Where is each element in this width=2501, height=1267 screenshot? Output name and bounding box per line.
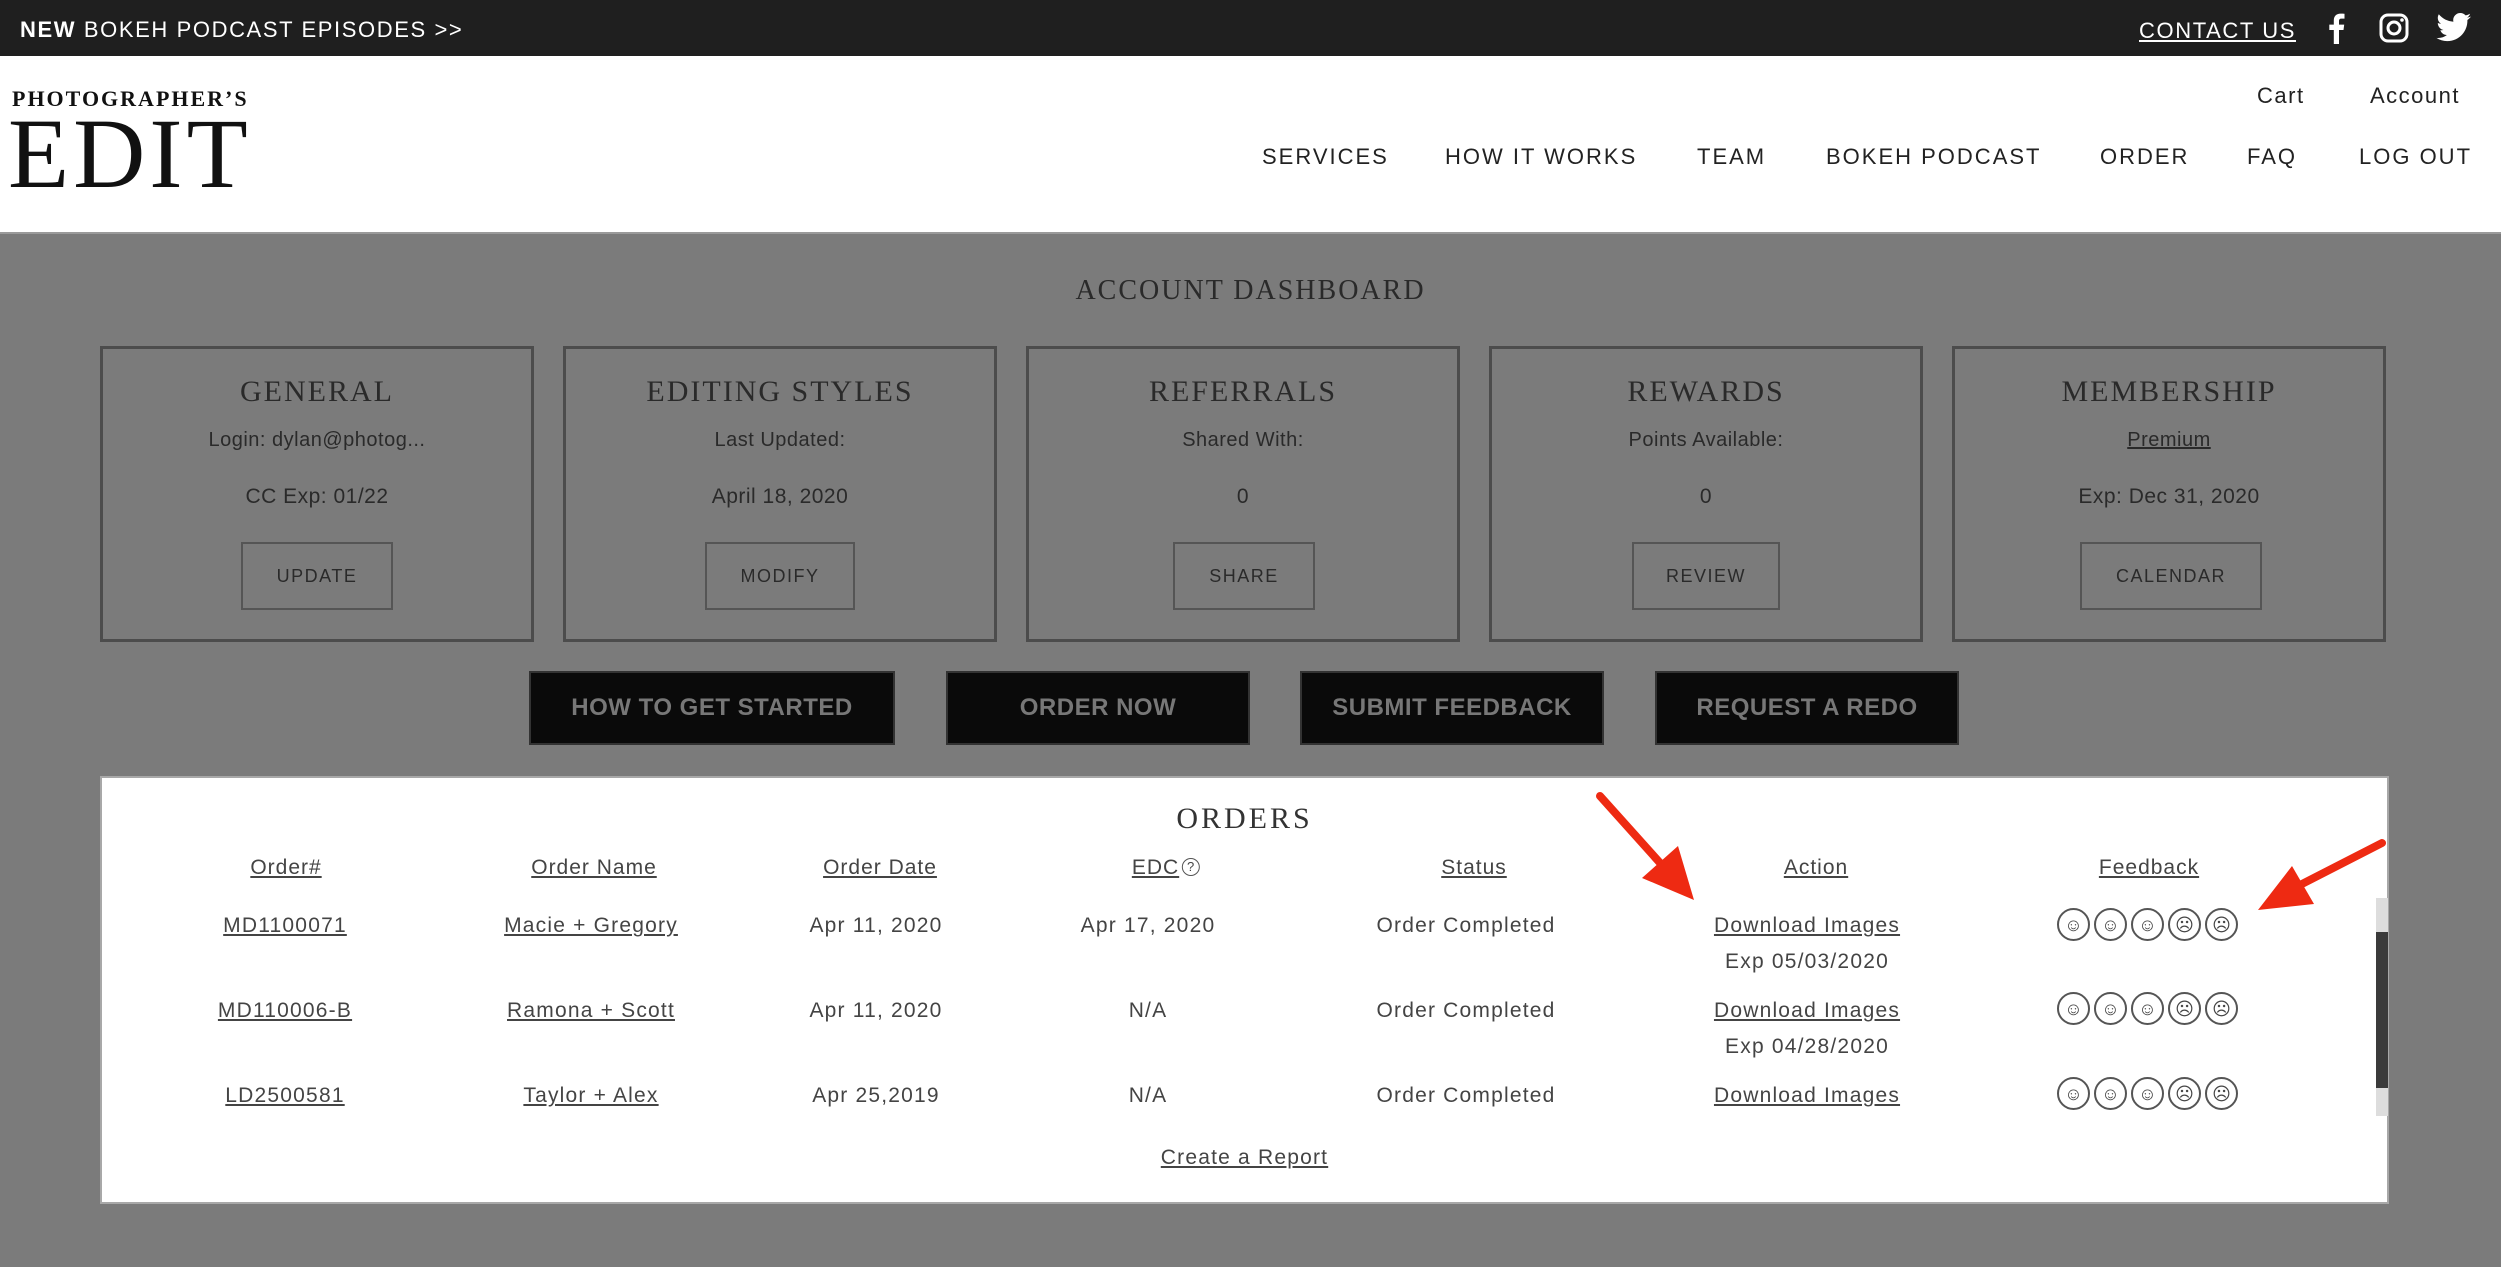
annotation-arrow-feedback [2258, 839, 2386, 910]
annotation-arrow-download [1596, 792, 1694, 900]
annotation-arrows [1596, 792, 2386, 910]
